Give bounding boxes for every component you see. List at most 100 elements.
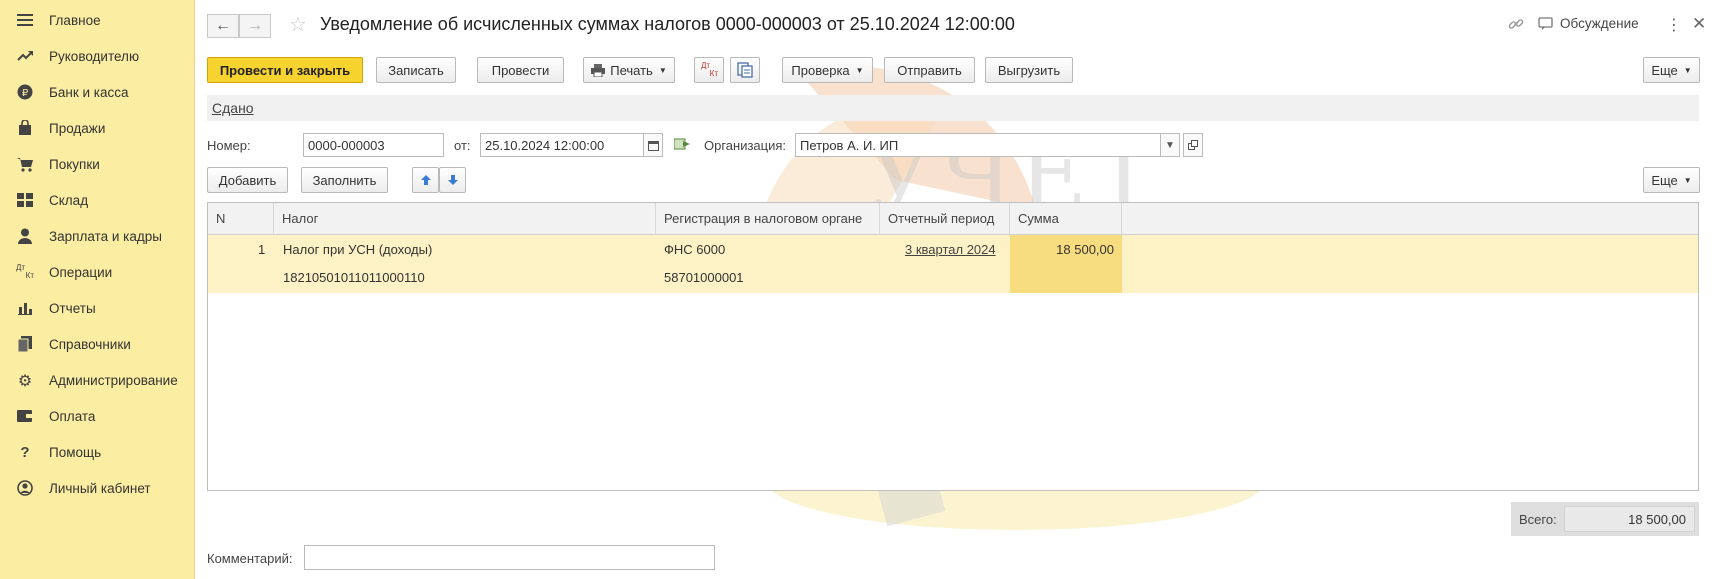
printer-icon bbox=[591, 63, 606, 77]
more-label: Еще bbox=[1651, 62, 1678, 78]
sidebar-item-label: Операции bbox=[49, 264, 113, 280]
user-circle-icon bbox=[16, 479, 34, 497]
structure-button[interactable] bbox=[730, 57, 760, 83]
column-header-registration[interactable]: Регистрация в налоговом органе bbox=[656, 203, 880, 235]
check-label: Проверка bbox=[791, 62, 850, 78]
move-up-icon[interactable] bbox=[412, 167, 439, 193]
wallet-icon bbox=[16, 407, 34, 425]
organization-icon bbox=[673, 137, 690, 154]
sidebar-item-label: Администрирование bbox=[49, 372, 178, 388]
column-header-n[interactable]: N bbox=[208, 203, 274, 235]
link-icon[interactable] bbox=[1508, 16, 1524, 36]
chevron-down-icon[interactable]: ▼ bbox=[1160, 133, 1180, 157]
sidebar-item-admin[interactable]: ⚙ Администрирование bbox=[0, 362, 195, 398]
date-field[interactable]: 25.10.2024 12:00:00 bbox=[480, 133, 644, 157]
cell-registration[interactable]: ФНС 6000 bbox=[664, 242, 725, 257]
move-down-icon[interactable] bbox=[439, 167, 466, 193]
chevron-down-icon: ▼ bbox=[658, 65, 667, 75]
dt-text: Дт bbox=[16, 263, 26, 272]
sidebar-item-main[interactable]: Главное bbox=[0, 2, 195, 38]
sidebar-item-reports[interactable]: Отчеты bbox=[0, 290, 195, 326]
taxes-table: N Налог Регистрация в налоговом органе О… bbox=[207, 202, 1699, 491]
sidebar-item-operations[interactable]: Дт Кт Операции bbox=[0, 254, 195, 290]
sidebar-item-label: Справочники bbox=[49, 336, 131, 352]
close-icon[interactable]: ✕ bbox=[1692, 14, 1706, 34]
kt-text: Кт bbox=[709, 69, 718, 78]
cell-oktmo[interactable]: 58701000001 bbox=[664, 270, 744, 285]
back-arrow-icon[interactable]: ← bbox=[207, 14, 239, 38]
sidebar-item-label: Помощь bbox=[49, 444, 102, 460]
table-more-button[interactable]: Еще ▼ bbox=[1643, 167, 1700, 193]
trend-icon bbox=[16, 47, 34, 65]
more-vertical-icon[interactable]: ⋮ bbox=[1666, 15, 1682, 35]
total-value: 18 500,00 bbox=[1564, 506, 1695, 532]
chevron-down-icon: ▼ bbox=[855, 65, 864, 75]
sidebar-item-warehouse[interactable]: Склад bbox=[0, 182, 195, 218]
sidebar-item-references[interactable]: Справочники bbox=[0, 326, 195, 362]
sidebar-item-salary[interactable]: Зарплата и кадры bbox=[0, 218, 195, 254]
gear-icon: ⚙ bbox=[17, 370, 33, 390]
sidebar-item-manager[interactable]: Руководителю bbox=[0, 38, 195, 74]
dt-kt-button[interactable]: Дт Кт bbox=[694, 57, 724, 83]
total-box: Всего: 18 500,00 bbox=[1511, 502, 1699, 536]
kt-text: Кт bbox=[25, 271, 34, 280]
discussion-button[interactable]: Обсуждение bbox=[1538, 16, 1639, 31]
number-field[interactable]: 0000-000003 bbox=[303, 133, 444, 157]
sidebar-item-sales[interactable]: Продажи bbox=[0, 110, 195, 146]
more-button[interactable]: Еще ▼ bbox=[1643, 57, 1700, 83]
sidebar: Главное Руководителю ₽ Банк и касса Прод… bbox=[0, 0, 195, 579]
cell-n: 1 bbox=[258, 242, 266, 257]
sidebar-item-help[interactable]: ? Помощь bbox=[0, 434, 195, 470]
save-button[interactable]: Записать bbox=[376, 57, 456, 83]
post-button[interactable]: Провести bbox=[477, 57, 564, 83]
total-label: Всего: bbox=[1519, 512, 1557, 527]
sidebar-item-label: Руководителю bbox=[49, 48, 140, 64]
sidebar-item-bank[interactable]: ₽ Банк и касса bbox=[0, 74, 195, 110]
sidebar-item-label: Склад bbox=[49, 192, 89, 208]
send-button[interactable]: Отправить bbox=[884, 57, 975, 83]
status-link[interactable]: Сдано bbox=[212, 100, 254, 116]
print-label: Печать bbox=[610, 62, 653, 78]
table-header: N Налог Регистрация в налоговом органе О… bbox=[208, 203, 1698, 235]
post-and-close-button[interactable]: Провести и закрыть bbox=[207, 57, 363, 83]
upload-button[interactable]: Выгрузить bbox=[985, 57, 1073, 83]
cell-sum[interactable]: 18 500,00 bbox=[1010, 242, 1114, 257]
check-button[interactable]: Проверка ▼ bbox=[782, 57, 873, 83]
cell-tax[interactable]: Налог при УСН (доходы) bbox=[283, 242, 432, 257]
comment-label: Комментарий: bbox=[207, 551, 293, 566]
sidebar-item-account[interactable]: Личный кабинет bbox=[0, 470, 195, 506]
column-header-period[interactable]: Отчетный период bbox=[880, 203, 1010, 235]
forward-arrow-icon[interactable]: → bbox=[239, 14, 271, 38]
chevron-down-icon: ▼ bbox=[1683, 175, 1692, 185]
sidebar-item-label: Покупки bbox=[49, 156, 100, 172]
organization-field[interactable]: Петров А. И. ИП bbox=[795, 133, 1161, 157]
cell-kbk[interactable]: 18210501011011000110 bbox=[283, 270, 425, 285]
sidebar-item-label: Зарплата и кадры bbox=[49, 228, 162, 244]
warehouse-icon bbox=[16, 191, 34, 209]
sidebar-item-label: Отчеты bbox=[49, 300, 96, 316]
svg-text:₽: ₽ bbox=[22, 88, 29, 99]
bag-icon bbox=[16, 119, 34, 137]
number-label: Номер: bbox=[207, 138, 251, 153]
cell-period[interactable]: 3 квартал 2024 bbox=[905, 242, 996, 257]
bar-chart-icon bbox=[16, 299, 34, 317]
chevron-down-icon: ▼ bbox=[1683, 65, 1692, 75]
comment-field[interactable] bbox=[304, 545, 715, 570]
date-label: от: bbox=[454, 138, 471, 153]
print-button[interactable]: Печать ▼ bbox=[583, 57, 675, 83]
more-label: Еще bbox=[1651, 172, 1678, 188]
chat-icon bbox=[1538, 16, 1553, 30]
sidebar-item-label: Оплата bbox=[49, 408, 96, 424]
column-header-sum[interactable]: Сумма bbox=[1010, 203, 1122, 235]
sidebar-item-payment[interactable]: Оплата bbox=[0, 398, 195, 434]
menu-icon bbox=[16, 11, 34, 29]
column-header-tax[interactable]: Налог bbox=[274, 203, 656, 235]
calendar-icon[interactable] bbox=[643, 133, 663, 157]
fill-button[interactable]: Заполнить bbox=[301, 167, 388, 193]
cart-icon bbox=[16, 155, 34, 173]
sidebar-item-purchases[interactable]: Покупки bbox=[0, 146, 195, 182]
sidebar-item-label: Личный кабинет bbox=[49, 480, 151, 496]
star-icon[interactable]: ☆ bbox=[289, 12, 307, 37]
add-button[interactable]: Добавить bbox=[207, 167, 288, 193]
open-icon[interactable] bbox=[1183, 133, 1203, 157]
